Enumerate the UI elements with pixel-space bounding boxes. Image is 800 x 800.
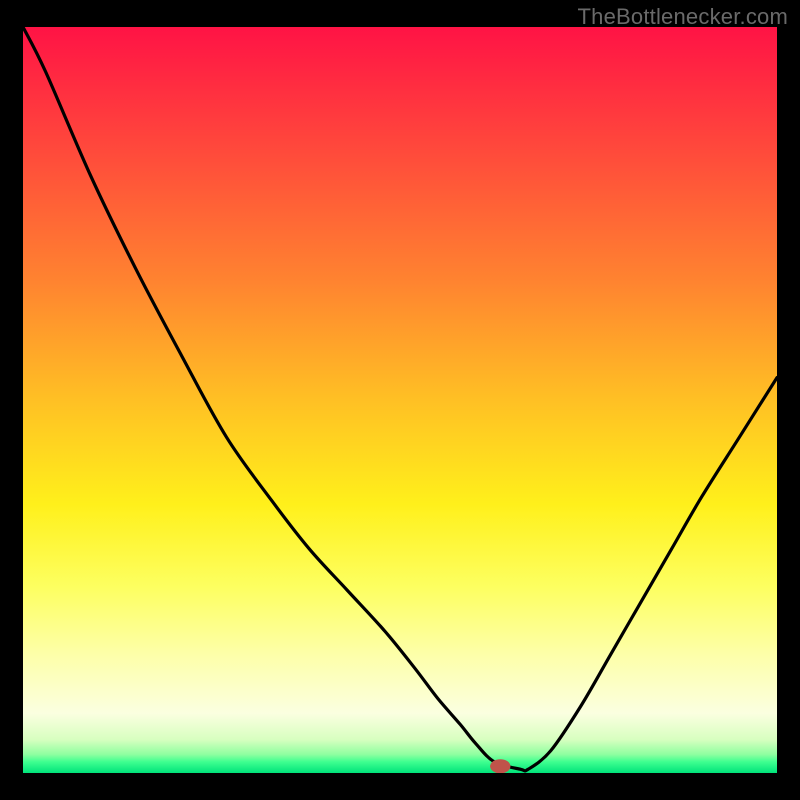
gradient-background xyxy=(23,27,777,773)
plot-area xyxy=(23,27,777,773)
optimal-marker xyxy=(490,759,510,773)
chart-container: TheBottlenecker.com xyxy=(0,0,800,800)
bottleneck-chart xyxy=(23,27,777,773)
watermark-label: TheBottlenecker.com xyxy=(578,4,788,30)
